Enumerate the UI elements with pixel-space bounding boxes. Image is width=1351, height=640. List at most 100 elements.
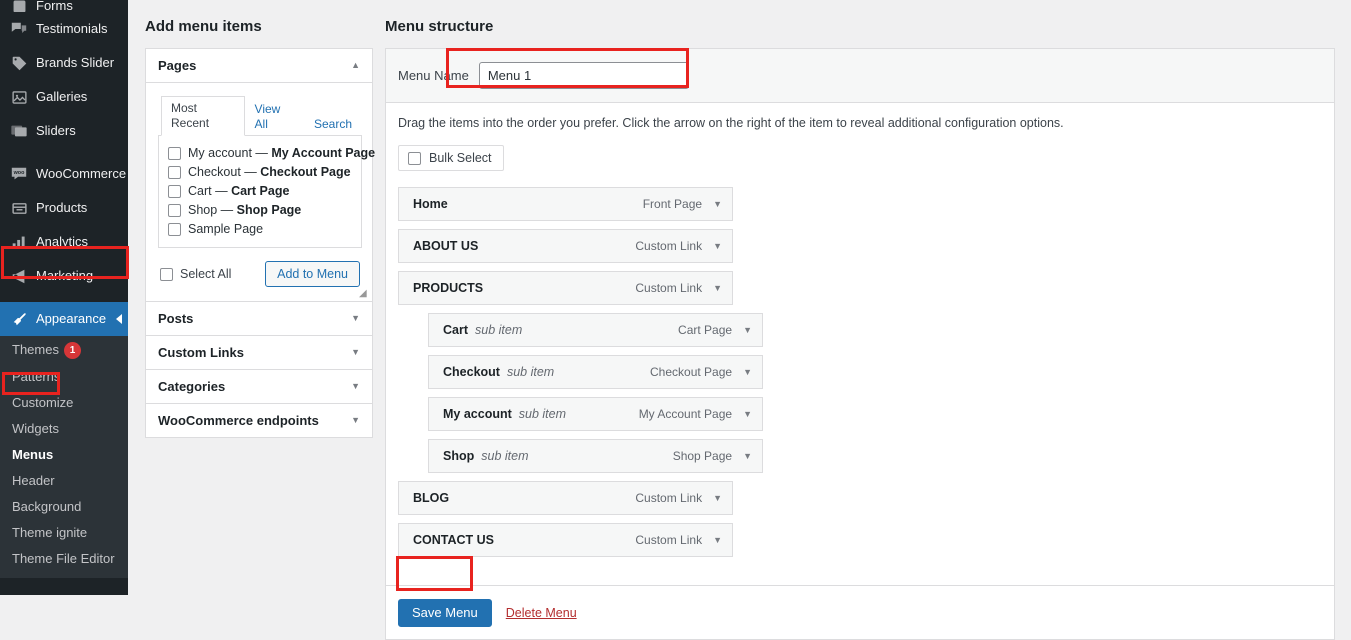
panel-custom-links: Custom Links ▼ (145, 335, 373, 370)
save-menu-button[interactable]: Save Menu (398, 599, 492, 627)
sidebar-item-galleries[interactable]: Galleries (0, 80, 128, 114)
add-to-menu-button[interactable]: Add to Menu (265, 261, 360, 287)
checkbox-cart[interactable] (168, 185, 181, 198)
submenu-item-theme-file-editor[interactable]: Theme File Editor (0, 546, 128, 572)
menu-item-row[interactable]: Shop sub item Shop Page ▼ (428, 439, 763, 473)
delete-menu-link[interactable]: Delete Menu (506, 606, 577, 620)
sidebar-item-analytics[interactable]: Analytics (0, 225, 128, 259)
sidebar-item-plugins[interactable]: Plugins11 (0, 587, 128, 595)
sidebar-item-forms[interactable]: Forms (0, 0, 128, 12)
panel-categories-header[interactable]: Categories ▼ (146, 370, 372, 403)
tab-search[interactable]: Search (304, 112, 362, 136)
panel-posts: Posts ▼ (145, 301, 373, 336)
sidebar-item-products[interactable]: Products (0, 191, 128, 225)
chevron-down-icon[interactable]: ▼ (743, 325, 752, 335)
menu-item-type: Custom Link (635, 491, 703, 505)
menu-item-row[interactable]: Home Front Page ▼ (398, 187, 733, 221)
menu-item-my-account[interactable]: My account sub item My Account Page ▼ (428, 397, 1322, 431)
menu-item-checkout[interactable]: Checkout sub item Checkout Page ▼ (428, 355, 1322, 389)
sidebar-item-sliders[interactable]: Sliders (0, 114, 128, 148)
chevron-left-icon (116, 314, 122, 324)
menu-item-row[interactable]: CONTACT US Custom Link ▼ (398, 523, 733, 557)
menu-item-contact-us[interactable]: CONTACT US Custom Link ▼ (398, 523, 1322, 557)
panel-categories-title: Categories (158, 379, 226, 394)
submenu-item-menus[interactable]: Menus (0, 442, 128, 468)
menu-item-subtag: sub item (518, 407, 567, 421)
page-label-cart: Cart — Cart Page (188, 184, 290, 198)
testimonials-icon (9, 19, 29, 39)
sidebar-item-appearance[interactable]: Appearance (0, 302, 128, 336)
menu-item-meta: My Account Page ▼ (639, 407, 752, 421)
menu-item-labels: BLOG (413, 491, 456, 505)
menu-item-products[interactable]: PRODUCTS Custom Link ▼ (398, 271, 1322, 305)
chevron-down-icon[interactable]: ▼ (713, 283, 722, 293)
resize-handle-icon[interactable]: ◢ (359, 289, 369, 299)
page-checkbox-row[interactable]: Shop — Shop Page (168, 201, 353, 220)
menu-item-home[interactable]: Home Front Page ▼ (398, 187, 1322, 221)
chevron-down-icon[interactable]: ▼ (713, 199, 722, 209)
submenu-item-customize[interactable]: Customize (0, 390, 128, 416)
menu-item-title: My account (443, 407, 512, 421)
sidebar-item-label: Plugins (36, 587, 79, 595)
page-checkbox-row[interactable]: My account — My Account Page (168, 144, 375, 163)
page-checkbox-row[interactable]: Cart — Cart Page (168, 182, 353, 201)
menu-item-row[interactable]: Checkout sub item Checkout Page ▼ (428, 355, 763, 389)
menu-item-row[interactable]: PRODUCTS Custom Link ▼ (398, 271, 733, 305)
checkbox-my-account[interactable] (168, 147, 181, 160)
menu-item-blog[interactable]: BLOG Custom Link ▼ (398, 481, 1322, 515)
submenu-item-themes[interactable]: Themes 1 (0, 337, 128, 364)
panel-posts-header[interactable]: Posts ▼ (146, 302, 372, 335)
chevron-down-icon[interactable]: ▼ (351, 348, 362, 357)
chevron-up-icon[interactable]: ▲ (351, 61, 362, 70)
sidebar-item-testimonials[interactable]: Testimonials (0, 12, 128, 46)
bulk-select-control[interactable]: Bulk Select (398, 145, 504, 171)
checkbox-bulk-select[interactable] (408, 151, 421, 165)
page-checkbox-row[interactable]: Sample Page (168, 220, 353, 239)
menu-item-row[interactable]: ABOUT US Custom Link ▼ (398, 229, 733, 263)
menu-item-shop[interactable]: Shop sub item Shop Page ▼ (428, 439, 1322, 473)
tab-most-recent[interactable]: Most Recent (161, 96, 245, 136)
chevron-down-icon[interactable]: ▼ (743, 367, 752, 377)
menu-name-input[interactable] (478, 62, 689, 89)
menu-item-labels: Home (413, 197, 455, 211)
sidebar-item-marketing[interactable]: Marketing (0, 259, 128, 293)
chevron-down-icon[interactable]: ▼ (351, 382, 362, 391)
panel-woocommerce-endpoints-header[interactable]: WooCommerce endpoints ▼ (146, 404, 372, 437)
menu-item-about-us[interactable]: ABOUT US Custom Link ▼ (398, 229, 1322, 263)
submenu-item-header[interactable]: Header (0, 468, 128, 494)
chevron-down-icon[interactable]: ▼ (351, 314, 362, 323)
chevron-down-icon[interactable]: ▼ (743, 409, 752, 419)
chevron-down-icon[interactable]: ▼ (713, 241, 722, 251)
menu-item-meta: Checkout Page ▼ (650, 365, 752, 379)
sidebar-item-woocommerce[interactable]: woo WooCommerce (0, 157, 128, 191)
submenu-item-theme-ignite[interactable]: Theme ignite (0, 520, 128, 546)
chevron-down-icon[interactable]: ▼ (743, 451, 752, 461)
submenu-item-patterns[interactable]: Patterns (0, 364, 128, 390)
menu-item-row[interactable]: My account sub item My Account Page ▼ (428, 397, 763, 431)
panel-pages-header[interactable]: Pages ▲ (146, 49, 372, 83)
chevron-down-icon[interactable]: ▼ (351, 416, 362, 425)
menu-item-labels: ABOUT US (413, 239, 485, 253)
pages-tabs: Most Recent View All Search (158, 95, 362, 136)
sidebar-item-brands-slider[interactable]: Brands Slider (0, 46, 128, 80)
checkbox-sample-page[interactable] (168, 223, 181, 236)
menu-item-title: CONTACT US (413, 533, 495, 547)
select-all-control[interactable]: Select All (160, 267, 231, 281)
menu-item-subtag: sub item (475, 323, 523, 337)
menu-item-title: BLOG (413, 491, 450, 505)
submenu-item-background[interactable]: Background (0, 494, 128, 520)
page-checkbox-row[interactable]: Checkout — Checkout Page (168, 163, 353, 182)
submenu-item-widgets[interactable]: Widgets (0, 416, 128, 442)
menu-item-row[interactable]: BLOG Custom Link ▼ (398, 481, 733, 515)
tab-view-all[interactable]: View All (245, 97, 304, 136)
checkbox-select-all[interactable] (160, 267, 173, 281)
menu-item-type: Front Page (642, 197, 703, 211)
menu-item-row[interactable]: Cart sub item Cart Page ▼ (428, 313, 763, 347)
panel-custom-links-header[interactable]: Custom Links ▼ (146, 336, 372, 369)
menu-item-labels: CONTACT US (413, 533, 501, 547)
checkbox-checkout[interactable] (168, 166, 181, 179)
chevron-down-icon[interactable]: ▼ (713, 535, 722, 545)
chevron-down-icon[interactable]: ▼ (713, 493, 722, 503)
checkbox-shop[interactable] (168, 204, 181, 217)
menu-item-cart[interactable]: Cart sub item Cart Page ▼ (428, 313, 1322, 347)
